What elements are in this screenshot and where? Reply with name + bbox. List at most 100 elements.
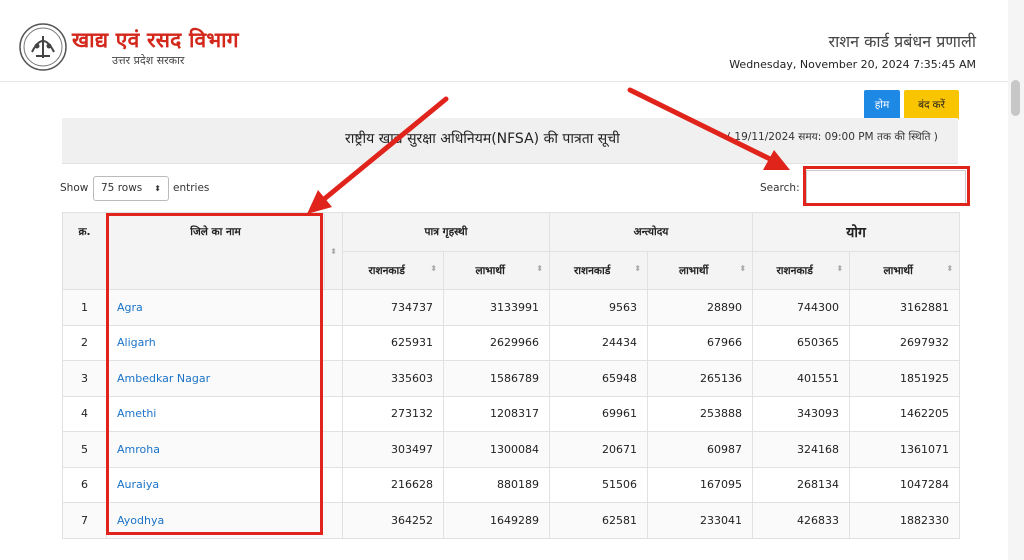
- aay-ration-card-cell: 62581: [549, 502, 648, 539]
- total-beneficiary-header[interactable]: लाभार्थी ⬍: [849, 251, 961, 290]
- aay-beneficiary-cell: 67966: [646, 324, 754, 361]
- total-beneficiary-cell: 3162881: [849, 289, 961, 326]
- ph-beneficiary-cell: 1586789: [443, 360, 550, 397]
- district-name-header[interactable]: जिले का नाम: [106, 212, 325, 290]
- table-row: 1 Agra 734737 3133991 9563 28890 744300 …: [62, 289, 961, 326]
- sr-cell: 4: [62, 395, 107, 432]
- home-button[interactable]: होम: [864, 90, 900, 120]
- ph-ration-card-cell: 625931: [342, 324, 444, 361]
- sort-icon: ⬍: [536, 263, 543, 273]
- aay-ration-card-cell: 51506: [549, 466, 648, 503]
- ph-beneficiary-cell: 1649289: [443, 502, 550, 539]
- nfsa-eligibility-table: क्र. जिले का नाम ⬍ पात्र गृहस्थी अन्त्यो…: [62, 212, 961, 539]
- table-row: 4 Amethi 273132 1208317 69961 253888 343…: [62, 395, 961, 432]
- ph-beneficiary-cell: 2629966: [443, 324, 550, 361]
- total-ration-card-cell: 744300: [752, 289, 851, 326]
- select-caret-icon: ⬍: [154, 184, 161, 193]
- search-input[interactable]: [806, 170, 966, 204]
- table-row: 6 Auraiya 216628 880189 51506 167095 268…: [62, 466, 961, 503]
- search-label: Search:: [760, 182, 800, 194]
- aay-ration-card-cell: 9563: [549, 289, 648, 326]
- aay-ration-card-cell: 24434: [549, 324, 648, 361]
- district-link[interactable]: Ambedkar Nagar: [106, 360, 343, 397]
- current-datetime: Wednesday, November 20, 2024 7:35:45 AM: [729, 58, 976, 71]
- total-ration-card-cell: 343093: [752, 395, 851, 432]
- table-row: 7 Ayodhya 364252 1649289 62581 233041 42…: [62, 502, 961, 539]
- close-button[interactable]: बंद करें: [904, 90, 959, 120]
- total-beneficiary-cell: 1361071: [849, 431, 961, 468]
- total-beneficiary-cell: 1882330: [849, 502, 961, 539]
- show-label: Show: [60, 182, 89, 194]
- aay-beneficiary-cell: 233041: [646, 502, 754, 539]
- ph-beneficiary-cell: 880189: [443, 466, 550, 503]
- page-scrollbar[interactable]: [1008, 0, 1024, 560]
- total-beneficiary-cell: 1851925: [849, 360, 961, 397]
- aay-ration-card-cell: 69961: [549, 395, 648, 432]
- aay-beneficiary-cell: 265136: [646, 360, 754, 397]
- district-link[interactable]: Ayodhya: [106, 502, 343, 539]
- scrollbar-thumb[interactable]: [1011, 80, 1020, 116]
- sort-icon: ⬍: [836, 263, 844, 273]
- rows-per-page-value: 75 rows: [101, 182, 143, 194]
- entries-label: entries: [173, 182, 210, 194]
- sort-icon: ⬍: [330, 247, 337, 256]
- total-ration-card-cell: 650365: [752, 324, 851, 361]
- total-ration-card-cell: 324168: [752, 431, 851, 468]
- table-row: 5 Amroha 303497 1300084 20671 60987 3241…: [62, 431, 961, 468]
- rows-per-page-select[interactable]: 75 rows ⬍: [93, 176, 169, 201]
- ph-ration-card-cell: 303497: [342, 431, 444, 468]
- sr-cell: 6: [62, 466, 107, 503]
- sr-cell: 1: [62, 289, 107, 326]
- total-ration-card-header[interactable]: राशनकार्ड ⬍: [752, 251, 851, 290]
- nfsa-table-wrapper: क्र. जिले का नाम ⬍ पात्र गृहस्थी अन्त्यो…: [62, 212, 961, 539]
- sr-cell: 7: [62, 502, 107, 539]
- ph-beneficiary-header[interactable]: लाभार्थी ⬍: [443, 251, 550, 290]
- sort-icon: ⬍: [634, 263, 641, 273]
- table-row: 3 Ambedkar Nagar 335603 1586789 65948 26…: [62, 360, 961, 397]
- department-subtitle: उत्तर प्रदेश सरकार: [112, 54, 185, 67]
- total-beneficiary-cell: 1047284: [849, 466, 961, 503]
- aay-ration-card-cell: 65948: [549, 360, 648, 397]
- aay-beneficiary-cell: 253888: [646, 395, 754, 432]
- aay-beneficiary-cell: 167095: [646, 466, 754, 503]
- ph-beneficiary-cell: 3133991: [443, 289, 550, 326]
- district-link[interactable]: Amethi: [106, 395, 343, 432]
- total-beneficiary-cell: 2697932: [849, 324, 961, 361]
- ph-ration-card-cell: 364252: [342, 502, 444, 539]
- sr-cell: 2: [62, 324, 107, 361]
- aay-ration-card-cell: 20671: [549, 431, 648, 468]
- ph-ration-card-cell: 734737: [342, 289, 444, 326]
- district-sort-header[interactable]: ⬍: [324, 212, 343, 290]
- total-ration-card-cell: 268134: [752, 466, 851, 503]
- ph-ration-card-header[interactable]: राशनकार्ड ⬍: [342, 251, 444, 290]
- antyodaya-header: अन्त्योदय: [548, 212, 754, 252]
- ph-ration-card-cell: 273132: [342, 395, 444, 432]
- sort-icon: ⬍: [430, 263, 437, 273]
- ph-beneficiary-cell: 1300084: [443, 431, 550, 468]
- aay-ration-card-header[interactable]: राशनकार्ड ⬍: [549, 251, 648, 290]
- total-ration-card-cell: 426833: [752, 502, 851, 539]
- sr-cell: 5: [62, 431, 107, 468]
- total-ration-card-cell: 401551: [752, 360, 851, 397]
- aay-beneficiary-header[interactable]: लाभार्थी ⬍: [646, 251, 754, 290]
- total-beneficiary-cell: 1462205: [849, 395, 961, 432]
- up-government-emblem-icon: [19, 23, 67, 71]
- sr-cell: 3: [62, 360, 107, 397]
- page-title: राष्ट्रीय खाद्य सुरक्षा अधिनियम(NFSA) की…: [345, 131, 620, 147]
- ph-ration-card-cell: 216628: [342, 466, 444, 503]
- total-header: योग: [752, 212, 961, 252]
- sr-header[interactable]: क्र.: [62, 212, 107, 290]
- table-row: 2 Aligarh 625931 2629966 24434 67966 650…: [62, 324, 961, 361]
- sort-icon: ⬍: [739, 263, 747, 273]
- district-link[interactable]: Agra: [106, 289, 343, 326]
- aay-beneficiary-cell: 28890: [646, 289, 754, 326]
- system-title: राशन कार्ड प्रबंधन प्रणाली: [828, 32, 976, 51]
- ph-ration-card-cell: 335603: [342, 360, 444, 397]
- status-note: ( 19/11/2024 समय: 09:00 PM तक की स्थिति …: [727, 131, 938, 143]
- ph-beneficiary-cell: 1208317: [443, 395, 550, 432]
- aay-beneficiary-cell: 60987: [646, 431, 754, 468]
- site-header: खाद्य एवं रसद विभाग उत्तर प्रदेश सरकार र…: [0, 0, 1010, 82]
- district-link[interactable]: Aligarh: [106, 324, 343, 361]
- district-link[interactable]: Auraiya: [106, 466, 343, 503]
- district-link[interactable]: Amroha: [106, 431, 343, 468]
